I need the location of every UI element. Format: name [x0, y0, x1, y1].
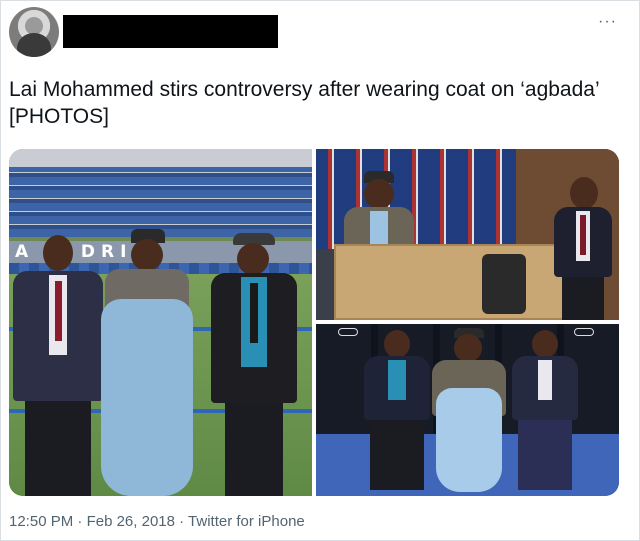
- person-seated-center-agbada: [432, 328, 506, 492]
- sponsor-logo-icon: [338, 328, 358, 336]
- person-right: [211, 233, 297, 496]
- photo-dugout[interactable]: [316, 324, 619, 496]
- person-seated-left: [364, 330, 430, 490]
- person-center-agbada: [101, 229, 193, 496]
- person-seated-right: [512, 330, 578, 490]
- tweet-text: Lai Mohammed stirs controversy after wea…: [9, 78, 599, 128]
- club-crest-icon: [482, 254, 526, 314]
- stadium-stands: [9, 167, 312, 237]
- media-grid: A M DRI: [9, 149, 619, 496]
- redacted-username: [63, 15, 278, 48]
- person-left: [13, 235, 103, 496]
- more-options-icon[interactable]: ···: [598, 13, 617, 31]
- stadium-sky: [9, 149, 312, 167]
- meta-separator: ·: [179, 513, 185, 530]
- tweet-time[interactable]: 12:50 PM: [9, 513, 73, 530]
- photo-stadium[interactable]: A M DRI: [9, 149, 312, 496]
- podium: [334, 244, 570, 320]
- tweet-metadata: 12:50 PM · Feb 26, 2018 · Twitter for iP…: [9, 513, 305, 530]
- meta-separator: ·: [77, 513, 83, 530]
- tweet-source[interactable]: Twitter for iPhone: [188, 513, 305, 530]
- tweet-card: ··· Lai Mohammed stirs controversy after…: [0, 0, 640, 541]
- photo-press-room[interactable]: [316, 149, 619, 320]
- tweet-date[interactable]: Feb 26, 2018: [87, 513, 175, 530]
- avatar-silhouette: [17, 33, 51, 57]
- person-standing: [554, 177, 612, 320]
- avatar[interactable]: [9, 7, 59, 57]
